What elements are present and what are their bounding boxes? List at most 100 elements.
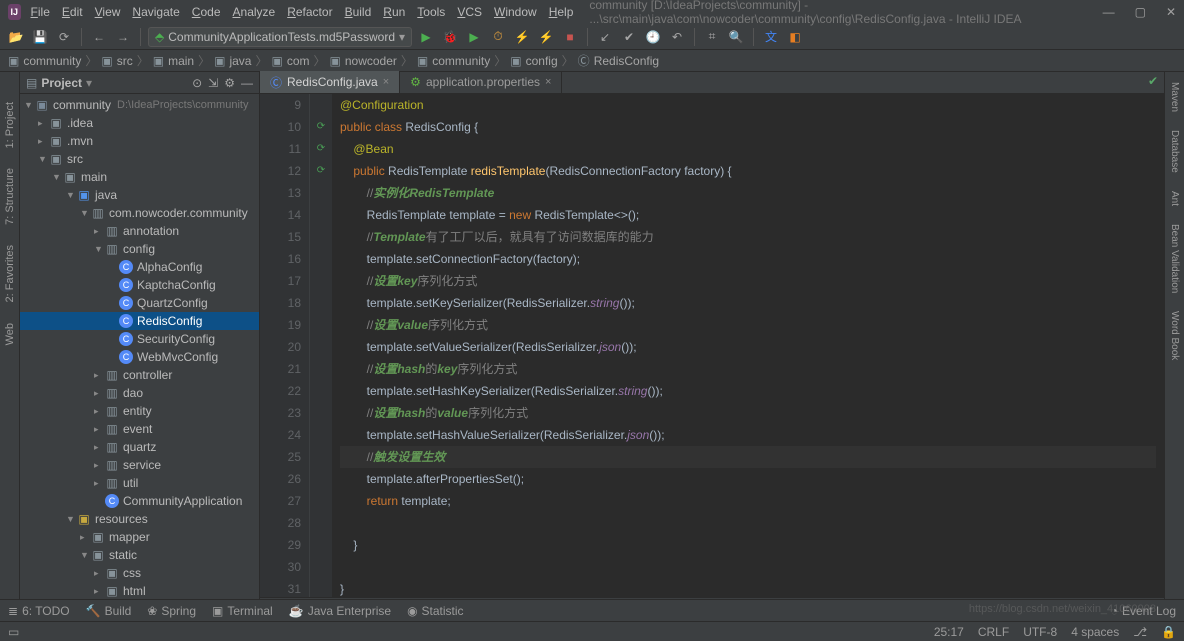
tree-item[interactable]: CRedisConfig bbox=[20, 312, 259, 330]
menu-run[interactable]: Run bbox=[383, 5, 405, 19]
tool-7-structure[interactable]: 7: Structure bbox=[4, 168, 16, 225]
open-icon[interactable]: 📂 bbox=[6, 27, 26, 47]
menu-view[interactable]: View bbox=[95, 5, 121, 19]
menu-help[interactable]: Help bbox=[549, 5, 574, 19]
breadcrumb-item[interactable]: nowcoder bbox=[345, 54, 397, 68]
menu-edit[interactable]: Edit bbox=[62, 5, 83, 19]
search-everywhere-icon[interactable]: 🔍 bbox=[726, 27, 746, 47]
tree-item[interactable]: ▼▣static bbox=[20, 546, 259, 564]
save-icon[interactable]: 💾 bbox=[30, 27, 50, 47]
tool-build[interactable]: 🔨Build bbox=[86, 604, 132, 618]
vcs-history-icon[interactable]: 🕘 bbox=[643, 27, 663, 47]
tree-item[interactable]: ▼▣main bbox=[20, 168, 259, 186]
forward-icon[interactable]: → bbox=[113, 27, 133, 47]
tree-item[interactable]: ▼▥com.nowcoder.community bbox=[20, 204, 259, 222]
close-tab-icon[interactable]: × bbox=[545, 76, 551, 88]
menu-refactor[interactable]: Refactor bbox=[287, 5, 332, 19]
tree-item[interactable]: CWebMvcConfig bbox=[20, 348, 259, 366]
status-message-icon[interactable]: ▭ bbox=[8, 625, 19, 639]
stop-icon[interactable]: ■ bbox=[560, 27, 580, 47]
expand-all-icon[interactable]: ⇲ bbox=[208, 76, 218, 90]
lightning2-icon[interactable]: ⚡ bbox=[536, 27, 556, 47]
encoding[interactable]: UTF-8 bbox=[1023, 625, 1057, 639]
sync-icon[interactable]: ⟳ bbox=[54, 27, 74, 47]
vcs-update-icon[interactable]: ↙ bbox=[595, 27, 615, 47]
tree-item[interactable]: ▸▥event bbox=[20, 420, 259, 438]
tree-item[interactable]: ▸▣.idea bbox=[20, 114, 259, 132]
lightning-icon[interactable]: ⚡ bbox=[512, 27, 532, 47]
tree-item[interactable]: ▸▥entity bbox=[20, 402, 259, 420]
select-opened-file-icon[interactable]: ⊙ bbox=[192, 76, 202, 90]
menu-analyze[interactable]: Analyze bbox=[233, 5, 276, 19]
caret-position[interactable]: 25:17 bbox=[934, 625, 964, 639]
git-branch-icon[interactable]: ⎇ bbox=[1133, 625, 1147, 639]
gutter-run-icon[interactable]: ⟳ bbox=[317, 138, 325, 160]
close-tab-icon[interactable]: × bbox=[383, 76, 389, 88]
vcs-revert-icon[interactable]: ↶ bbox=[667, 27, 687, 47]
menu-tools[interactable]: Tools bbox=[417, 5, 445, 19]
tree-item[interactable]: ▸▣.mvn bbox=[20, 132, 259, 150]
breadcrumb-item[interactable]: com bbox=[287, 54, 310, 68]
coverage-icon[interactable]: ▶ bbox=[464, 27, 484, 47]
minimize-icon[interactable]: — bbox=[1103, 5, 1115, 19]
project-tree[interactable]: ▼▣communityD:\IdeaProjects\community▸▣.i… bbox=[20, 94, 259, 617]
breadcrumb-item[interactable]: main bbox=[168, 54, 194, 68]
close-icon[interactable]: ✕ bbox=[1166, 5, 1176, 19]
tree-item[interactable]: ▸▥annotation bbox=[20, 222, 259, 240]
tree-item[interactable]: ▼▣java bbox=[20, 186, 259, 204]
tree-item[interactable]: ▼▣src bbox=[20, 150, 259, 168]
breadcrumb-item[interactable]: config bbox=[526, 54, 558, 68]
code-content[interactable]: @Configurationpublic class RedisConfig {… bbox=[332, 94, 1164, 597]
structure-icon[interactable]: ⌗ bbox=[702, 27, 722, 47]
menu-code[interactable]: Code bbox=[192, 5, 221, 19]
breadcrumb-item[interactable]: community bbox=[23, 54, 81, 68]
tool-bean-validation[interactable]: Bean Validation bbox=[1169, 224, 1180, 293]
menu-file[interactable]: File bbox=[31, 5, 50, 19]
tool-ant[interactable]: Ant bbox=[1169, 191, 1180, 206]
tool-terminal[interactable]: ▣Terminal bbox=[212, 604, 273, 618]
collapse-icon[interactable]: — bbox=[241, 76, 253, 90]
indent[interactable]: 4 spaces bbox=[1071, 625, 1119, 639]
tree-item[interactable]: ▸▣mapper bbox=[20, 528, 259, 546]
debug-icon[interactable]: 🐞 bbox=[440, 27, 460, 47]
gutter-run-icon[interactable]: ⟳ bbox=[317, 160, 325, 182]
tree-item[interactable]: ▸▣css bbox=[20, 564, 259, 582]
tree-item[interactable]: ▼▣communityD:\IdeaProjects\community bbox=[20, 96, 259, 114]
profile-icon[interactable]: ⏱ bbox=[488, 27, 508, 47]
tree-item[interactable]: CAlphaConfig bbox=[20, 258, 259, 276]
menu-build[interactable]: Build bbox=[345, 5, 372, 19]
tree-item[interactable]: ▸▥quartz bbox=[20, 438, 259, 456]
tool-6-todo[interactable]: ≣6: TODO bbox=[8, 604, 70, 618]
breadcrumb-item[interactable]: RedisConfig bbox=[594, 54, 659, 68]
menu-vcs[interactable]: VCS bbox=[457, 5, 482, 19]
lock-icon[interactable]: 🔒 bbox=[1161, 625, 1176, 639]
tree-item[interactable]: ▸▥util bbox=[20, 474, 259, 492]
chevron-down-icon[interactable]: ▾ bbox=[86, 76, 92, 90]
tool-web[interactable]: Web bbox=[4, 323, 16, 345]
tree-item[interactable]: ▸▥dao bbox=[20, 384, 259, 402]
gear-icon[interactable]: ⚙ bbox=[224, 76, 235, 90]
tool-java-enterprise[interactable]: ☕Java Enterprise bbox=[289, 604, 391, 618]
tree-item[interactable]: CKaptchaConfig bbox=[20, 276, 259, 294]
tool-spring[interactable]: ❀Spring bbox=[147, 604, 196, 618]
misc-icon[interactable]: ◧ bbox=[785, 27, 805, 47]
tool-word-book[interactable]: Word Book bbox=[1169, 311, 1180, 360]
tool-statistic[interactable]: ◉Statistic bbox=[407, 604, 464, 618]
breadcrumb-item[interactable]: community bbox=[432, 54, 490, 68]
run-icon[interactable]: ▶ bbox=[416, 27, 436, 47]
editor-tab[interactable]: ⚙application.properties× bbox=[400, 71, 562, 93]
breadcrumb-item[interactable]: src bbox=[117, 54, 133, 68]
translate-icon[interactable]: 文 bbox=[761, 27, 781, 47]
vcs-commit-icon[interactable]: ✔ bbox=[619, 27, 639, 47]
menu-window[interactable]: Window bbox=[494, 5, 537, 19]
breadcrumb-item[interactable]: java bbox=[229, 54, 251, 68]
line-sep[interactable]: CRLF bbox=[978, 625, 1009, 639]
maximize-icon[interactable]: ▢ bbox=[1135, 5, 1146, 19]
gutter-run-icon[interactable]: ⟳ bbox=[317, 116, 325, 138]
tree-item[interactable]: CSecurityConfig bbox=[20, 330, 259, 348]
tree-item[interactable]: ▼▥config bbox=[20, 240, 259, 258]
editor-tab[interactable]: ⒸRedisConfig.java× bbox=[260, 71, 400, 93]
back-icon[interactable]: ← bbox=[89, 27, 109, 47]
tree-item[interactable]: ▼▣resources bbox=[20, 510, 259, 528]
run-configuration-selector[interactable]: ⬘ CommunityApplicationTests.md5Password … bbox=[148, 27, 412, 47]
